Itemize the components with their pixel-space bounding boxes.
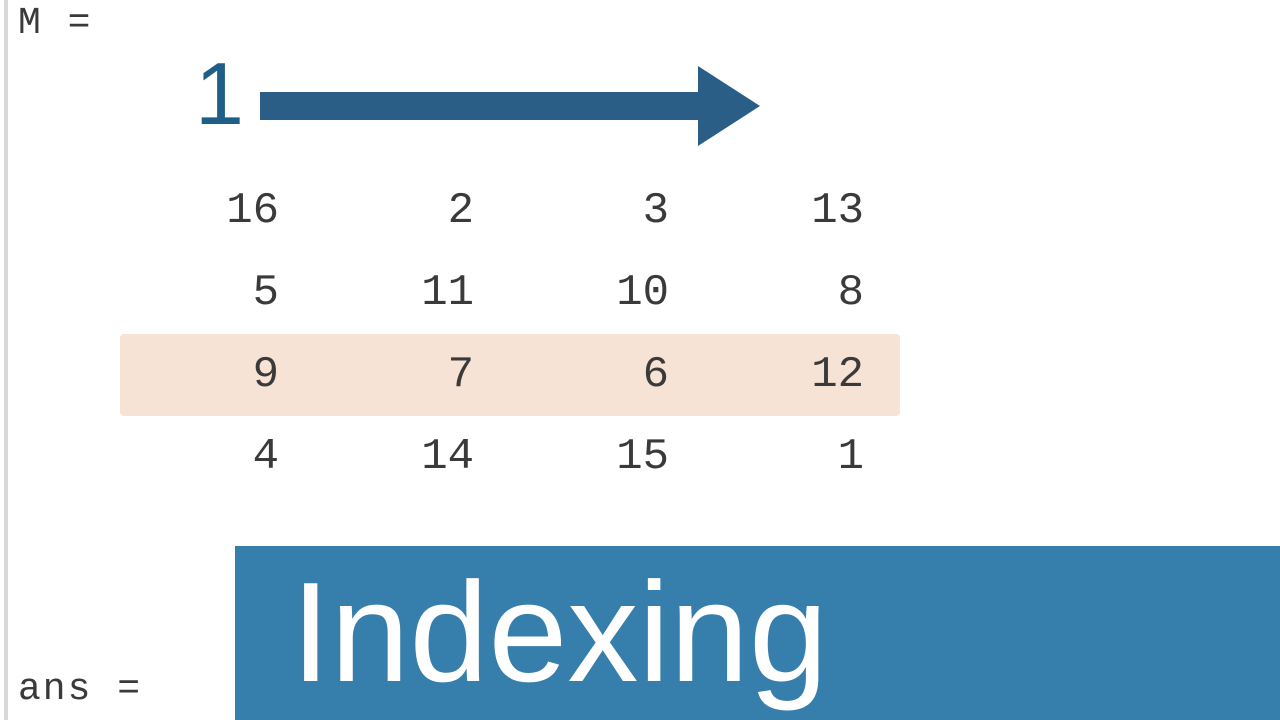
matrix-cell: 10: [510, 268, 705, 318]
matrix-cell: 14: [315, 432, 510, 482]
title-banner: Indexing: [235, 546, 1280, 720]
variable-ans-label: ans =: [18, 668, 142, 711]
matrix-cell: 7: [315, 350, 510, 400]
matrix-cell: 9: [120, 350, 315, 400]
matrix-cell: 3: [510, 186, 705, 236]
matrix-cell: 13: [705, 186, 900, 236]
matrix-cell: 4: [120, 432, 315, 482]
matrix-row: 16 2 3 13: [120, 170, 900, 252]
direction-arrow: [260, 64, 760, 144]
matrix-cell: 8: [705, 268, 900, 318]
matrix-cell: 5: [120, 268, 315, 318]
matrix-row: 5 11 10 8: [120, 252, 900, 334]
matrix-cell: 1: [705, 432, 900, 482]
arrow-head-icon: [698, 66, 760, 146]
matrix-cell: 2: [315, 186, 510, 236]
matrix-cell: 12: [705, 350, 900, 400]
matrix-cell: 16: [120, 186, 315, 236]
matrix-row: 4 14 15 1: [120, 416, 900, 498]
left-margin-rule: [4, 0, 8, 720]
variable-m-label: M =: [18, 2, 92, 45]
arrow-shaft: [260, 92, 700, 120]
index-number-one: 1: [195, 50, 244, 138]
matrix-row-highlighted: 9 7 6 12: [120, 334, 900, 416]
title-text: Indexing: [291, 562, 828, 704]
matrix-cell: 6: [510, 350, 705, 400]
matrix-cell: 15: [510, 432, 705, 482]
matrix-display: 16 2 3 13 5 11 10 8 9 7 6 12 4 14 15 1: [120, 170, 900, 498]
matrix-cell: 11: [315, 268, 510, 318]
